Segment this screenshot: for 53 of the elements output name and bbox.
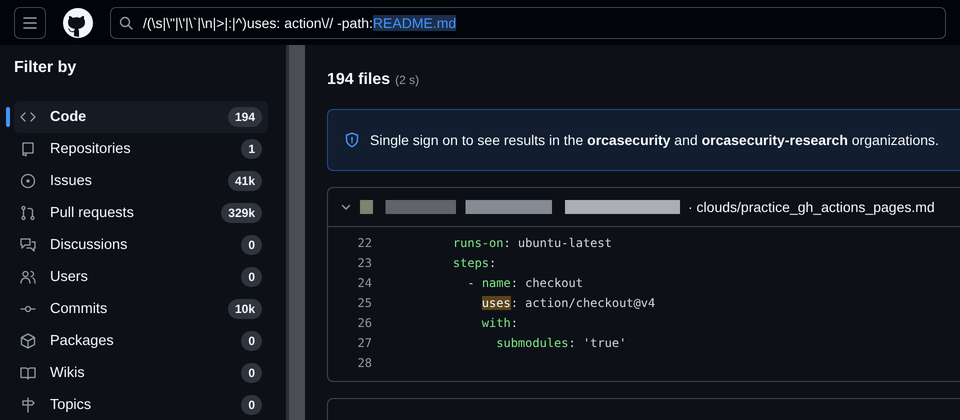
line-number: 27 [356, 336, 372, 350]
sidebar-item[interactable]: Commits 10k [14, 293, 268, 325]
count-badge: 10k [228, 299, 262, 319]
sidebar-item[interactable]: Topics 0 [14, 389, 268, 420]
line-number: 22 [356, 236, 372, 250]
sidebar-item[interactable]: Users 0 [14, 261, 268, 293]
banner-message: Single sign on to see results in the orcasecurity and orcasecurity-research organizations. [370, 132, 939, 148]
menu-button[interactable] [14, 6, 46, 38]
count-badge: 0 [241, 331, 262, 351]
scrollbar[interactable] [286, 45, 305, 420]
sidebar-title: Filter by [13, 59, 78, 77]
speech-bubbles-icon [20, 237, 36, 253]
file-path-link[interactable]: · clouds/practice_gh_actions_pages.md [688, 199, 935, 215]
sidebar-item[interactable]: Packages 0 [14, 325, 268, 357]
search-time: (2 s) [395, 73, 420, 87]
search-icon [119, 16, 133, 30]
sidebar-item[interactable]: Discussions 0 [14, 229, 268, 261]
book-icon [20, 365, 36, 381]
line-number: 24 [356, 276, 372, 290]
people-icon [20, 269, 36, 285]
count-badge: 0 [241, 395, 262, 415]
line-number: 28 [356, 356, 372, 370]
search-field[interactable]: /(\s|\"|\'|\`|\n|>|:|^)uses: action\// -path:README.md [110, 6, 946, 38]
package-icon [20, 333, 36, 349]
line-number: 25 [356, 296, 372, 310]
signpost-icon [20, 397, 36, 413]
pull-request-icon [20, 205, 36, 221]
count-badge: 329k [221, 203, 262, 223]
count-badge: 0 [241, 363, 262, 383]
cat-logo-icon[interactable] [62, 6, 94, 38]
code-line: runs-on: ubuntu-latest [452, 236, 612, 250]
count-badge: 1 [241, 139, 262, 159]
count-badge: 41k [228, 171, 262, 191]
sidebar-item[interactable]: Pull requests 329k [14, 197, 268, 229]
circle-dot-icon [20, 173, 36, 189]
code-line: - name: checkout [466, 276, 583, 290]
sidebar-item[interactable]: Issues 41k [14, 165, 268, 197]
sidebar-item[interactable]: Wikis 0 [14, 357, 268, 389]
repo-icon [20, 141, 36, 157]
code-line: uses: action/checkout@v4 [480, 296, 656, 310]
code-line: with: [480, 316, 518, 330]
code-line: submodules: 'true' [495, 336, 626, 350]
line-number: 26 [356, 316, 372, 330]
shield-icon [344, 132, 360, 148]
count-badge: 0 [241, 267, 262, 287]
count-badge: 194 [228, 107, 262, 127]
count-badge: 0 [241, 235, 262, 255]
code-line: steps: [452, 256, 496, 270]
menu-icon [23, 16, 37, 28]
sidebar-item[interactable]: Repositories 1 [14, 133, 268, 165]
line-number: 23 [356, 256, 372, 270]
sidebar-item[interactable]: Code 194 [14, 101, 268, 133]
results-count: 194 files [327, 71, 390, 89]
